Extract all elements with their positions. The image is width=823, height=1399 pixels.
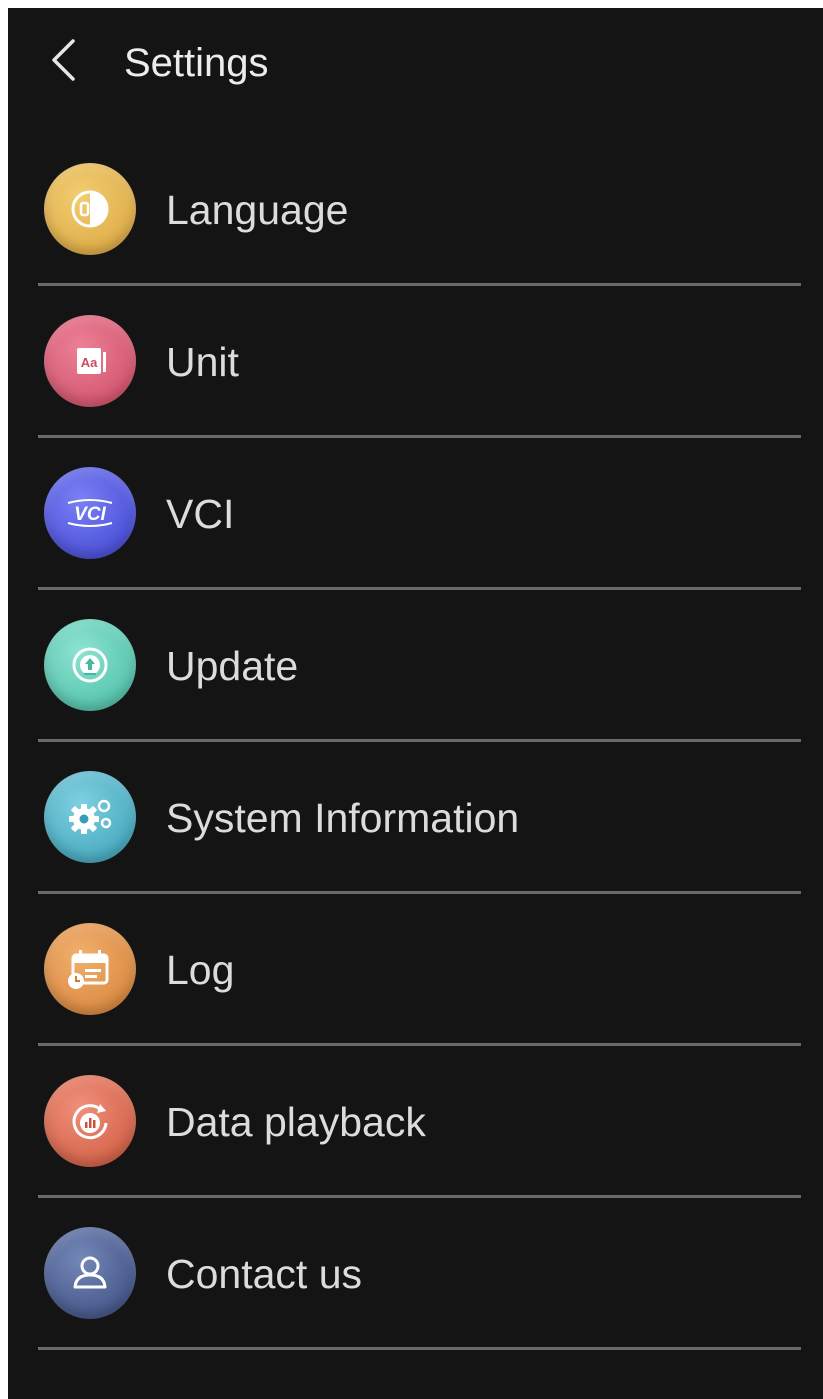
menu-item-data-playback[interactable]: Data playback (8, 1046, 823, 1198)
menu-item-log[interactable]: Log (8, 894, 823, 1046)
settings-screen: Settings Language Aa Unit VCI VCI Update… (8, 8, 823, 1399)
menu-item-system-information[interactable]: System Information (8, 742, 823, 894)
menu-item-label: Unit (166, 339, 239, 385)
menu-item-label: Contact us (166, 1251, 362, 1297)
vci-icon: VCI (44, 467, 136, 559)
settings-menu: Language Aa Unit VCI VCI Update System I… (8, 134, 823, 1350)
gears-icon (44, 771, 136, 863)
menu-item-label: Update (166, 643, 299, 689)
menu-item-vci[interactable]: VCI VCI (8, 438, 823, 590)
back-button[interactable] (38, 34, 88, 90)
unit-icon: Aa (44, 315, 136, 407)
page-title: Settings (124, 41, 269, 85)
svg-text:Aa: Aa (81, 355, 98, 370)
menu-item-label: VCI (166, 491, 235, 537)
divider (38, 1347, 801, 1350)
menu-item-language[interactable]: Language (8, 134, 823, 286)
user-icon (44, 1227, 136, 1319)
language-icon (44, 163, 136, 255)
menu-item-contact-us[interactable]: Contact us (8, 1198, 823, 1350)
menu-item-label: Language (166, 187, 349, 233)
menu-item-label: Log (166, 947, 235, 993)
update-icon (44, 619, 136, 711)
playback-icon (44, 1075, 136, 1167)
menu-item-unit[interactable]: Aa Unit (8, 286, 823, 438)
menu-item-update[interactable]: Update (8, 590, 823, 742)
svg-text:VCI: VCI (74, 504, 106, 525)
menu-item-label: System Information (166, 795, 520, 841)
log-calendar-icon (44, 923, 136, 1015)
header: Settings (8, 8, 823, 118)
menu-item-label: Data playback (166, 1099, 426, 1145)
chevron-left-icon (49, 38, 77, 87)
